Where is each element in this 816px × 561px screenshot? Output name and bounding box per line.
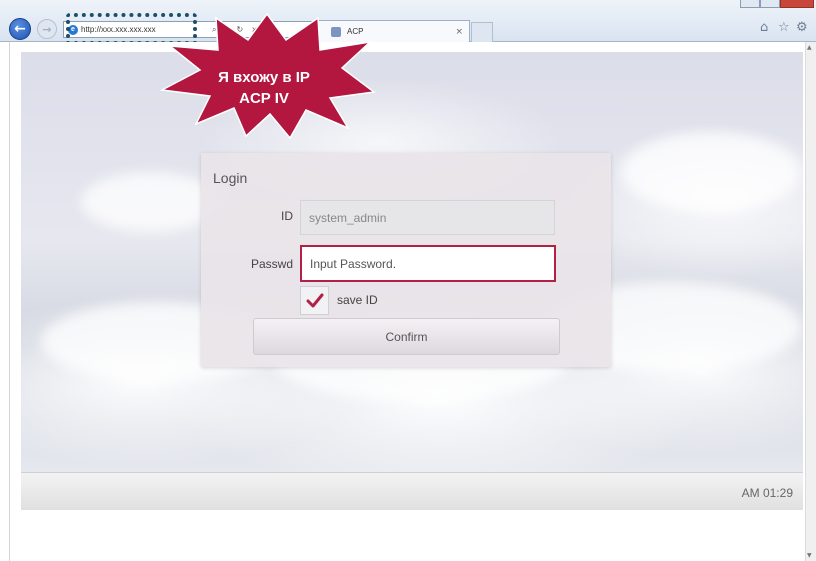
checkmark-icon [306,293,323,307]
maximize-button[interactable] [760,0,780,8]
minimize-button[interactable] [740,0,760,8]
callout-text: Я вхожу в IP ACP IV [204,67,324,109]
login-panel: Login ID Passwd save ID Confirm [201,153,611,367]
password-field[interactable] [300,245,556,282]
clock: AM 01:29 [741,486,793,500]
arrow-left-icon: ← [14,21,26,37]
save-id-label: save ID [337,293,378,307]
save-id-checkbox[interactable] [300,286,329,315]
forward-button[interactable]: → [37,19,57,39]
arrow-right-icon: → [42,22,52,36]
callout-line-1: Я вхожу в IP [218,69,310,86]
scroll-up-icon[interactable]: ▲ [807,44,812,51]
id-label: ID [281,209,293,223]
left-frame [0,42,10,561]
scroll-down-icon[interactable]: ▼ [807,552,812,559]
star-icon[interactable]: ☆ [778,20,790,35]
tab-close-icon[interactable]: × [455,27,463,37]
vertical-scrollbar[interactable]: ▲ ▼ [805,42,816,561]
home-icon[interactable]: ⌂ [760,20,768,35]
id-field[interactable] [300,200,555,235]
back-button[interactable]: ← [9,18,31,40]
gear-icon[interactable]: ⚙ [796,20,808,35]
confirm-button[interactable]: Confirm [253,318,560,355]
close-window-button[interactable] [780,0,814,8]
new-tab-button[interactable] [471,22,493,42]
status-bar: AM 01:29 [21,472,803,510]
callout-line-2: ACP IV [239,90,289,107]
password-label: Passwd [250,257,293,271]
login-title: Login [213,170,248,186]
